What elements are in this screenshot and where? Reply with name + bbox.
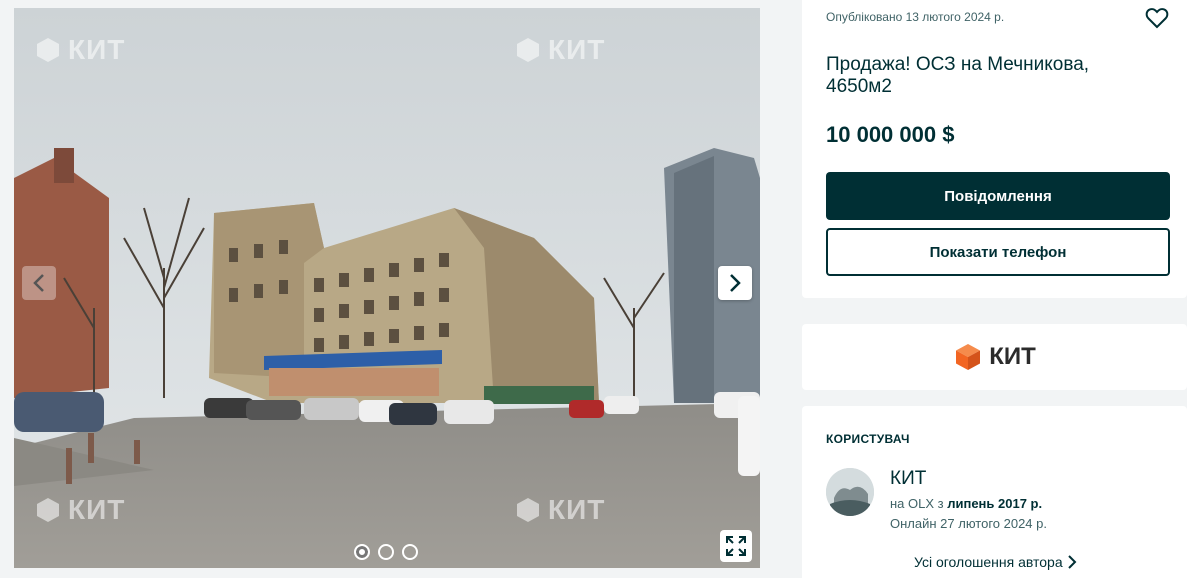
user-online-status: Онлайн 27 лютого 2024 р. <box>890 516 1047 531</box>
chevron-right-icon <box>1067 555 1077 569</box>
user-name[interactable]: КИТ <box>890 468 926 490</box>
gallery-dot-3[interactable] <box>402 544 418 560</box>
listing-title: Продажа! ОСЗ на Мечникова, 4650м2 <box>826 54 1090 97</box>
listing-photo <box>14 8 760 568</box>
photo-gallery[interactable]: КИТ КИТ КИТ КИТ <box>14 8 760 568</box>
company-logo-card[interactable]: КИТ <box>802 324 1187 390</box>
watermark: КИТ <box>514 494 605 526</box>
gallery-dot-1[interactable] <box>354 544 370 560</box>
show-phone-button[interactable]: Показати телефон <box>826 228 1170 276</box>
gallery-dots <box>354 544 418 560</box>
user-card: КОРИСТУВАЧ КИТ на OLX з липень 2017 р. О… <box>802 406 1187 578</box>
chevron-right-icon <box>730 274 741 292</box>
gallery-next-button[interactable] <box>718 266 752 300</box>
all-ads-link[interactable]: Усі оголошення автора <box>914 554 1077 570</box>
message-button[interactable]: Повідомлення <box>826 172 1170 220</box>
listing-price: 10 000 000 $ <box>826 122 955 147</box>
listing-card: Опубліковано 13 лютого 2024 р. Продажа! … <box>802 0 1187 298</box>
fullscreen-button[interactable] <box>720 530 752 562</box>
heart-icon[interactable] <box>1145 6 1169 30</box>
user-since: на OLX з липень 2017 р. <box>890 496 1043 511</box>
cube-logo-icon <box>956 344 981 370</box>
user-avatar-icon <box>826 468 874 516</box>
watermark: КИТ <box>514 34 605 66</box>
gallery-prev-button[interactable] <box>22 266 56 300</box>
company-logo: КИТ <box>953 342 1036 372</box>
user-section-title: КОРИСТУВАЧ <box>826 432 910 446</box>
watermark: КИТ <box>34 34 125 66</box>
chevron-left-icon <box>33 274 44 292</box>
avatar[interactable] <box>826 468 874 516</box>
expand-icon <box>726 536 746 556</box>
watermark: КИТ <box>34 494 125 526</box>
gallery-dot-2[interactable] <box>378 544 394 560</box>
published-date: Опубліковано 13 лютого 2024 р. <box>826 10 1005 24</box>
